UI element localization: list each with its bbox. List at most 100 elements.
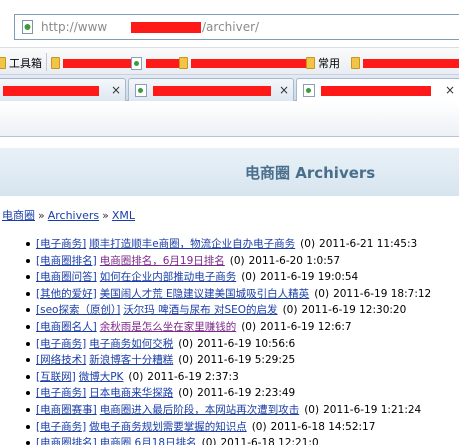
thread-date: 2011-6-19 5:29:25 [197,354,296,367]
thread-row: [电商圈名人] 余秋雨是怎么坐在家里赚钱的 (0) 2011-6-19 12:6:7 [26,319,459,336]
thread-line: [互联网] 微博大PK (0) 2011-6-19 2:37:3 [36,369,239,386]
bullet-icon [26,407,30,412]
thread-date: 2011-6-19 18:7:12 [333,287,432,300]
thread-category-link[interactable]: [电商圈赛事] [36,404,97,416]
favorite-toolbox[interactable]: 工具箱 [0,55,42,71]
thread-category-link[interactable]: [电子商务] [36,421,86,433]
thread-line: [电子商务] 日本电商来华探路 (0) 2011-6-19 2:23:49 [36,385,295,402]
thread-category-link[interactable]: [电商圈排名] [36,437,97,445]
thread-title-link[interactable]: 电商圈排名，6月19日排名 [100,255,225,267]
bullet-icon [26,258,30,263]
folder-icon [51,57,60,69]
thread-row: [电商圈排名] 电商圈 6月18日排名 (0) 2011-6-18 12:21:0 [26,435,459,445]
favorite-redacted-2[interactable] [131,55,184,71]
thread-title-link[interactable]: 沃尔玛 啤酒与尿布 对SEO的启发 [123,304,277,316]
favorite-label: 工具箱 [9,57,42,70]
close-icon[interactable]: × [445,83,455,97]
close-icon[interactable]: × [279,83,289,97]
thread-line: [电商圈名人] 余秋雨是怎么坐在家里赚钱的 (0) 2011-6-19 12:6:7 [36,319,352,336]
thread-replies: (0) [128,370,144,383]
thread-list: [电子商务] 顺丰打造顺丰e商圈，物流企业自办电子商务 (0) 2011-6-21 1… [26,236,459,445]
thread-title-link[interactable]: 电商圈 6月18日排名 [100,437,197,445]
redacted-label [191,58,309,68]
thread-title-link[interactable]: 电子商务如何交税 [89,338,173,350]
bullet-icon [26,391,30,396]
thread-title-link[interactable]: 顺丰打造顺丰e商圈，物流企业自办电子商务 [89,238,295,250]
thread-category-link[interactable]: [互联网] [36,371,76,383]
thread-category-link[interactable]: [电商圈名人] [36,321,97,333]
address-bar-area: http://www /archiver/ [0,0,459,47]
thread-line: [网络技术] 新浪博客十分糟糕 (0) 2011-6-19 5:29:25 [36,352,295,369]
favorite-redacted-4[interactable] [351,55,459,71]
thread-line: [电子商务] 顺丰打造顺丰e商圈，物流企业自办电子商务 (0) 2011-6-21 1… [36,236,417,253]
redacted-label [63,58,131,68]
thread-category-link[interactable]: [网络技术] [36,354,86,366]
thread-title-link[interactable]: 美国闹人才荒 E隐建议建美国城吸引白人精英 [100,288,309,300]
tab-bar: × × × [0,75,459,102]
page-icon [131,56,142,70]
thread-row: [seo探索（原创）] 沃尔玛 啤酒与尿布 对SEO的启发 (0) 2011-6-19… [26,302,459,319]
thread-replies: (0) [201,437,217,445]
folder-icon [351,57,360,69]
thread-row: [电商圈问答] 如何在企业内部推动电子商务 (0) 2011-6-19 19:0:54 [26,269,459,286]
thread-title-link[interactable]: 新浪博客十分糟糕 [89,354,173,366]
bullet-icon [26,324,30,329]
thread-date: 2011-6-19 12:30:20 [301,304,407,317]
thread-title-link[interactable]: 日本电商来华探路 [89,387,173,399]
breadcrumb: 电商圈» Archivers» XML [2,207,135,223]
thread-category-link[interactable]: [其他的爱好] [36,288,97,300]
thread-date: 2011-6-19 1:21:24 [323,403,422,416]
folder-icon [179,57,188,69]
site-header: 电商圈 Archivers [0,148,459,196]
redacted-tab-title [153,86,271,96]
favorite-redacted-1[interactable] [51,55,131,71]
bullet-icon [26,424,30,429]
thread-category-link[interactable]: [电子商务] [36,338,86,350]
thread-line: [其他的爱好] 美国闹人才荒 E隐建议建美国城吸引白人精英 (0) 2011-6-19… [36,286,431,303]
thread-replies: (0) [241,320,257,333]
breadcrumb-home-link[interactable]: 电商圈 [2,209,35,222]
breadcrumb-archiver-link[interactable]: Archivers [48,209,99,222]
thread-category-link[interactable]: [电子商务] [36,387,86,399]
close-icon[interactable]: × [111,83,121,97]
page-icon [303,84,315,97]
thread-replies: (0) [241,271,257,284]
thread-category-link[interactable]: [电商圈排名] [36,255,97,267]
breadcrumb-xml-link[interactable]: XML [112,209,135,222]
redacted-tab-title [321,86,431,96]
thread-category-link[interactable]: [电商圈问答] [36,271,97,283]
thread-title-link[interactable]: 微博大PK [79,371,124,383]
tab-2[interactable]: × [128,78,294,101]
tab-3-active[interactable]: × [296,78,459,102]
thread-date: 2011-6-19 2:23:49 [197,387,296,400]
thread-title-link[interactable]: 如何在企业内部推动电子商务 [100,271,237,283]
thread-row: [电子商务] 日本电商来华探路 (0) 2011-6-19 2:23:49 [26,385,459,402]
thread-replies: (0) [304,403,320,416]
bullet-icon [26,242,30,246]
tab-1[interactable]: × [0,78,126,101]
thread-title-link[interactable]: 电商圈进入最后阶段，本网站再次遭到攻击 [100,404,300,416]
divider [46,53,47,71]
thread-replies: (0) [314,287,330,300]
thread-category-link[interactable]: [电子商务] [36,238,86,250]
thread-replies: (0) [178,387,194,400]
thread-row: [互联网] 微博大PK (0) 2011-6-19 2:37:3 [26,369,459,386]
thread-title-link[interactable]: 余秋雨是怎么坐在家里赚钱的 [100,321,237,333]
page-icon [135,84,147,97]
bullet-icon [26,374,30,379]
thread-category-link[interactable]: [seo探索（原创）] [36,304,120,316]
thread-date: 2011-6-20 1:0:57 [248,254,341,267]
thread-row: [电子商务] 顺丰打造顺丰e商圈，物流企业自办电子商务 (0) 2011-6-21 1… [26,236,459,253]
thread-title-link[interactable]: 做电子商务规划需要掌握的知识点 [89,421,247,433]
address-input[interactable]: http://www /archiver/ [14,14,459,40]
thread-date: 2011-6-19 19:0:54 [260,271,359,284]
thread-line: [电商圈排名] 电商圈 6月18日排名 (0) 2011-6-18 12:21:0 [36,435,319,445]
favorite-redacted-3[interactable] [179,55,309,71]
bullet-icon [26,291,30,296]
bullet-icon [26,341,30,346]
thread-row: [网络技术] 新浪博客十分糟糕 (0) 2011-6-19 5:29:25 [26,352,459,369]
page-content: 电商圈 Archivers 电商圈» Archivers» XML [电子商务] 顺丰… [0,138,459,445]
address-path: /archiver/ [202,20,260,34]
favorite-common[interactable]: 常用 [306,55,340,71]
thread-date: 2011-6-19 2:37:3 [147,370,239,383]
